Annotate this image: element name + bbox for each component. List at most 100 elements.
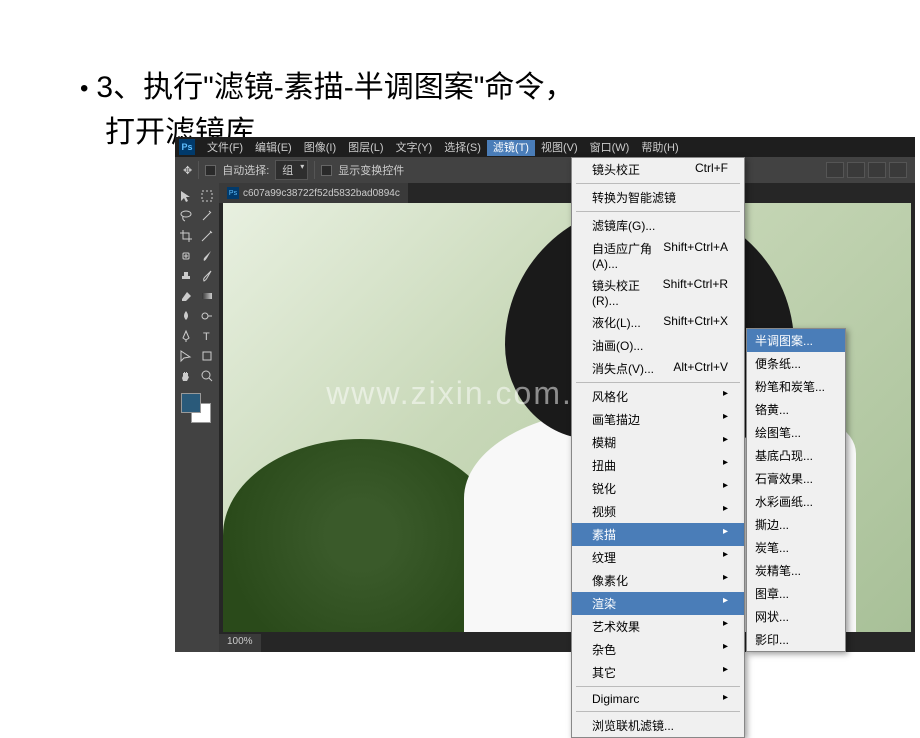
submenu-item[interactable]: 石膏效果... <box>747 467 845 490</box>
submenu-item[interactable]: 影印... <box>747 628 845 651</box>
path-tool[interactable] <box>177 347 195 365</box>
wand-tool[interactable] <box>198 207 216 225</box>
menu-item-label: 镜头校正 <box>592 161 640 178</box>
filter-menu-item[interactable]: 扭曲 <box>572 454 744 477</box>
menu-item-label: 滤镜库(G)... <box>592 217 655 234</box>
ps-logo-icon: Ps <box>179 139 195 155</box>
submenu-item[interactable]: 绘图笔... <box>747 421 845 444</box>
filter-menu-item[interactable]: 杂色 <box>572 638 744 661</box>
toolbox: T <box>175 183 219 652</box>
options-bar: ✥ 自动选择: 组 显示变换控件 <box>175 157 915 183</box>
foreground-color[interactable] <box>181 393 201 413</box>
submenu-item[interactable]: 炭笔... <box>747 536 845 559</box>
move-tool[interactable] <box>177 187 195 205</box>
filter-menu-item[interactable]: 锐化 <box>572 477 744 500</box>
filter-menu-item[interactable]: 消失点(V)...Alt+Ctrl+V <box>572 357 744 380</box>
submenu-item[interactable]: 撕边... <box>747 513 845 536</box>
stamp-tool[interactable] <box>177 267 195 285</box>
eyedropper-tool[interactable] <box>198 227 216 245</box>
filter-menu-item[interactable]: 素描 <box>572 523 744 546</box>
transform-label: 显示变换控件 <box>338 162 404 178</box>
history-brush-tool[interactable] <box>198 267 216 285</box>
menu-滤镜(T)[interactable]: 滤镜(T) <box>487 140 535 156</box>
filter-menu-item[interactable]: 风格化 <box>572 385 744 408</box>
menu-窗口(W)[interactable]: 窗口(W) <box>584 140 636 156</box>
lasso-tool[interactable] <box>177 207 195 225</box>
menu-item-label: 渲染 <box>592 595 616 612</box>
submenu-item[interactable]: 便条纸... <box>747 352 845 375</box>
menu-separator <box>576 711 740 712</box>
filter-menu-item[interactable]: 像素化 <box>572 569 744 592</box>
menu-item-label: Digimarc <box>592 692 639 706</box>
submenu-item[interactable]: 图章... <box>747 582 845 605</box>
filter-menu-item[interactable]: 液化(L)...Shift+Ctrl+X <box>572 311 744 334</box>
filter-menu-item[interactable]: 视频 <box>572 500 744 523</box>
eraser-tool[interactable] <box>177 287 195 305</box>
document-name: c607a99c38722f52d5832bad0894c <box>243 188 400 199</box>
marquee-tool[interactable] <box>198 187 216 205</box>
menu-item-label: 镜头校正(R)... <box>592 277 663 308</box>
separator <box>198 161 199 179</box>
submenu-item[interactable]: 半调图案... <box>747 329 845 352</box>
filter-menu-item[interactable]: 其它 <box>572 661 744 684</box>
color-swatches[interactable] <box>181 393 211 423</box>
filter-menu-item[interactable]: 油画(O)... <box>572 334 744 357</box>
filter-menu-item[interactable]: 自适应广角(A)...Shift+Ctrl+A <box>572 237 744 274</box>
menu-item-label: 锐化 <box>592 480 616 497</box>
zoom-level: 100% <box>227 636 253 647</box>
group-dropdown[interactable]: 组 <box>275 160 308 180</box>
filter-menu-item[interactable]: 镜头校正(R)...Shift+Ctrl+R <box>572 274 744 311</box>
align-icon[interactable] <box>868 162 886 178</box>
menu-图像(I)[interactable]: 图像(I) <box>298 140 342 156</box>
menu-separator <box>576 686 740 687</box>
heal-tool[interactable] <box>177 247 195 265</box>
dodge-tool[interactable] <box>198 307 216 325</box>
submenu-item[interactable]: 铬黄... <box>747 398 845 421</box>
menu-item-label: 杂色 <box>592 641 616 658</box>
align-icon[interactable] <box>889 162 907 178</box>
pen-tool[interactable] <box>177 327 195 345</box>
filter-menu-item[interactable]: 艺术效果 <box>572 615 744 638</box>
menu-item-label: 像素化 <box>592 572 628 589</box>
menu-图层(L)[interactable]: 图层(L) <box>342 140 389 156</box>
filter-menu-item[interactable]: 纹理 <box>572 546 744 569</box>
zoom-tool[interactable] <box>198 367 216 385</box>
filter-menu-item[interactable]: 画笔描边 <box>572 408 744 431</box>
submenu-item[interactable]: 炭精笔... <box>747 559 845 582</box>
blur-tool[interactable] <box>177 307 195 325</box>
filter-menu-item[interactable]: 转换为智能滤镜 <box>572 186 744 209</box>
menu-文字(Y)[interactable]: 文字(Y) <box>390 140 439 156</box>
crop-tool[interactable] <box>177 227 195 245</box>
sketch-submenu: 半调图案...便条纸...粉笔和炭笔...铬黄...绘图笔...基底凸现...石… <box>746 328 846 652</box>
submenu-item[interactable]: 粉笔和炭笔... <box>747 375 845 398</box>
bullet-icon: • <box>80 71 88 107</box>
menu-帮助(H)[interactable]: 帮助(H) <box>635 140 684 156</box>
menu-选择(S)[interactable]: 选择(S) <box>438 140 487 156</box>
menu-文件(F)[interactable]: 文件(F) <box>201 140 249 156</box>
submenu-item[interactable]: 基底凸现... <box>747 444 845 467</box>
auto-select-checkbox[interactable] <box>205 165 216 176</box>
document-tab[interactable]: Ps c607a99c38722f52d5832bad0894c <box>219 183 408 203</box>
menu-编辑(E)[interactable]: 编辑(E) <box>249 140 298 156</box>
transform-checkbox[interactable] <box>321 165 332 176</box>
filter-menu-item[interactable]: 浏览联机滤镜... <box>572 714 744 737</box>
brush-tool[interactable] <box>198 247 216 265</box>
align-icon[interactable] <box>847 162 865 178</box>
filter-menu-item[interactable]: 渲染 <box>572 592 744 615</box>
gradient-tool[interactable] <box>198 287 216 305</box>
filter-menu-item[interactable]: 滤镜库(G)... <box>572 214 744 237</box>
menu-item-label: 油画(O)... <box>592 337 643 354</box>
type-tool[interactable]: T <box>198 327 216 345</box>
submenu-item[interactable]: 网状... <box>747 605 845 628</box>
align-icon[interactable] <box>826 162 844 178</box>
menu-shortcut: Shift+Ctrl+A <box>663 240 728 271</box>
hand-tool[interactable] <box>177 367 195 385</box>
menu-视图(V)[interactable]: 视图(V) <box>535 140 584 156</box>
submenu-item[interactable]: 水彩画纸... <box>747 490 845 513</box>
filter-menu-item[interactable]: 镜头校正Ctrl+F <box>572 158 744 181</box>
filter-menu-item[interactable]: Digimarc <box>572 689 744 709</box>
filter-menu-item[interactable]: 模糊 <box>572 431 744 454</box>
shape-tool[interactable] <box>198 347 216 365</box>
menu-item-label: 自适应广角(A)... <box>592 240 663 271</box>
menu-item-label: 液化(L)... <box>592 314 641 331</box>
